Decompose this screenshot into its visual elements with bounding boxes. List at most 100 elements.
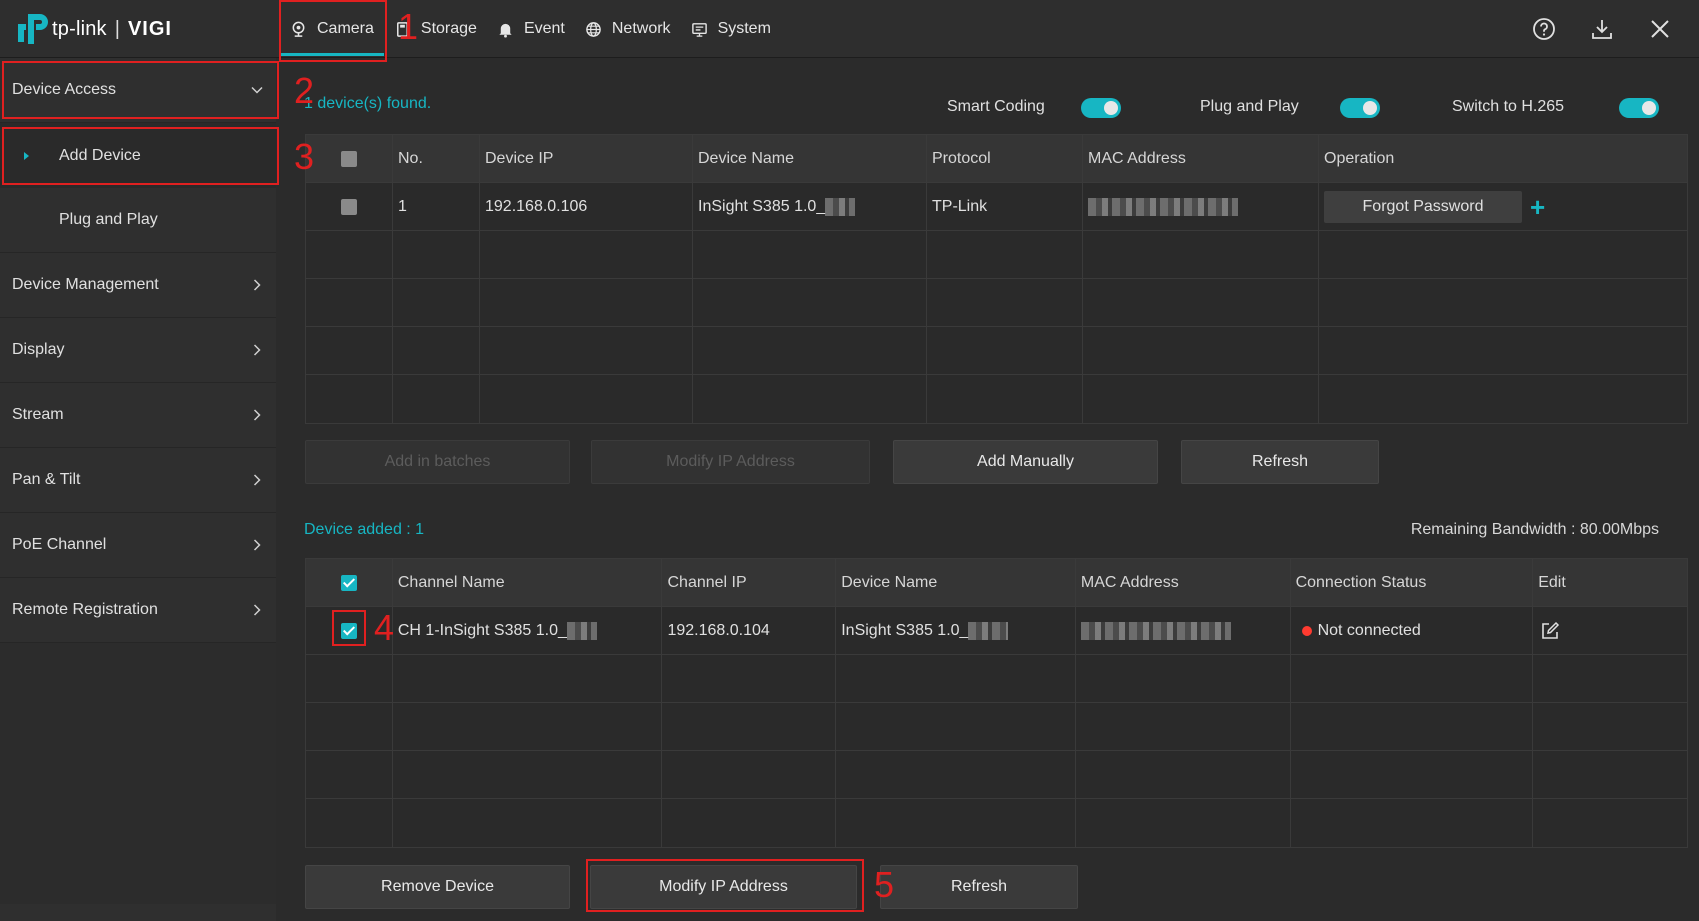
header-connection-status: Connection Status: [1291, 559, 1534, 606]
modify-ip-address-button-top[interactable]: Modify IP Address: [591, 440, 870, 484]
connection-status-text: Not connected: [1317, 621, 1421, 639]
sidebar-item-stream[interactable]: Stream: [0, 383, 276, 448]
close-button[interactable]: [1631, 0, 1689, 58]
chevron-right-icon: [253, 604, 261, 616]
header-device-ip: Device IP: [480, 135, 693, 182]
sidebar-item-device-management[interactable]: Device Management: [0, 253, 276, 318]
tab-event[interactable]: Event: [487, 0, 575, 58]
remove-device-button[interactable]: Remove Device: [305, 865, 570, 909]
camera-icon: [292, 21, 305, 37]
forgot-password-button[interactable]: Forgot Password: [1324, 190, 1522, 223]
cell-channel-ip: 192.168.0.104: [662, 607, 837, 654]
monitor-icon: [691, 22, 707, 37]
header-no: No.: [393, 135, 480, 182]
select-all-checkbox[interactable]: [340, 574, 357, 591]
header-protocol: Protocol: [927, 135, 1083, 182]
remaining-bandwidth-text: Remaining Bandwidth : 80.00Mbps: [1410, 521, 1659, 538]
status-dot-icon: [1301, 625, 1312, 636]
tab-camera[interactable]: Camera: [280, 0, 384, 58]
download-button[interactable]: [1573, 0, 1631, 58]
table-row: [306, 375, 1687, 423]
select-all-cell: [306, 135, 393, 182]
header-operation: Operation: [1324, 149, 1395, 167]
table-row: [306, 327, 1687, 375]
tab-camera-label: Camera: [317, 20, 374, 37]
edit-icon[interactable]: [1540, 621, 1560, 641]
table-row[interactable]: 1 192.168.0.106 InSight S385 1.0_ TP-Lin…: [306, 183, 1687, 231]
top-icon-group: [1515, 0, 1689, 58]
redacted-block: [1088, 197, 1238, 216]
header-edit: Edit: [1538, 573, 1566, 591]
help-icon: [1533, 18, 1555, 40]
row-checkbox[interactable]: [340, 622, 357, 639]
header-channel-ip: Channel IP: [662, 559, 837, 606]
refresh-button-top[interactable]: Refresh: [1181, 440, 1379, 484]
tab-system[interactable]: System: [681, 0, 781, 58]
add-plus-icon[interactable]: +: [1530, 194, 1545, 220]
table-row: [306, 799, 1687, 847]
tab-event-label: Event: [523, 20, 565, 37]
tab-system-label: System: [717, 20, 771, 37]
cell-protocol: TP-Link: [927, 183, 1083, 230]
sidebar-item-plug-and-play[interactable]: Plug and Play: [0, 188, 276, 253]
sidebar-item-label: PoE Channel: [12, 536, 107, 553]
sidebar-item-label: Add Device: [59, 146, 141, 164]
main-tabs: Camera Storage Event Network System: [280, 0, 781, 58]
globe-icon: [586, 21, 601, 37]
brand-name: tp-link: [52, 17, 107, 40]
sidebar-item-pan-tilt[interactable]: Pan & Tilt: [0, 448, 276, 513]
tab-network[interactable]: Network: [575, 0, 681, 58]
plug-and-play-toggle[interactable]: [1340, 98, 1380, 118]
table-row: [306, 703, 1687, 751]
annotation-number-3: 3: [294, 136, 315, 177]
chevron-right-icon: [253, 474, 261, 486]
added-devices-table: Channel Name Channel IP Device Name MAC …: [305, 558, 1688, 848]
refresh-button-bottom[interactable]: Refresh: [880, 865, 1078, 909]
h265-toggle[interactable]: [1619, 98, 1659, 118]
cell-channel-name: CH 1-InSight S385 1.0_: [393, 607, 663, 654]
sidebar-item-device-access[interactable]: Device Access: [0, 58, 276, 123]
annotation-number-5: 5: [874, 864, 895, 905]
cell-mac-address: [1076, 607, 1291, 654]
cell-operation: Forgot Password +: [1319, 183, 1687, 230]
cell-device-ip: 192.168.0.106: [480, 183, 693, 230]
table-row: [306, 231, 1687, 279]
redacted-block: [566, 621, 597, 640]
row-checkbox[interactable]: [341, 198, 357, 215]
device-name-text: InSight S385 1.0_: [841, 621, 969, 639]
table-row[interactable]: CH 1-InSight S385 1.0_ 192.168.0.104 InS…: [306, 607, 1687, 655]
sidebar-item-poe-channel[interactable]: PoE Channel: [0, 513, 276, 578]
annotation-number-4: 4: [374, 607, 395, 648]
table-header-row: No. Device IP Device Name Protocol MAC A…: [306, 135, 1687, 183]
brand-product: VIGI: [127, 17, 172, 40]
help-button[interactable]: [1515, 0, 1573, 58]
channel-name-text: CH 1-InSight S385 1.0_: [397, 621, 567, 639]
modify-ip-address-button[interactable]: Modify IP Address: [590, 865, 857, 909]
table-row: [306, 279, 1687, 327]
cell-mac-address: [1083, 183, 1319, 230]
tplink-logo-icon: [18, 14, 48, 44]
brand-separator: |: [114, 17, 120, 40]
select-all-checkbox[interactable]: [341, 150, 357, 167]
h265-label: Switch to H.265: [1452, 98, 1565, 115]
sidebar-item-label: Remote Registration: [12, 601, 158, 618]
cell-connection-status: Not connected: [1291, 607, 1534, 654]
add-manually-button[interactable]: Add Manually: [893, 440, 1158, 484]
main-content: 1 device(s) found. Smart Coding Plug and…: [276, 58, 1699, 921]
table-row: [306, 655, 1687, 703]
sidebar-item-remote-registration[interactable]: Remote Registration: [0, 578, 276, 643]
toggle-bar: Smart Coding Plug and Play Switch to H.2…: [276, 98, 1699, 126]
sidebar-item-display[interactable]: Display: [0, 318, 276, 383]
sidebar-item-label: Display: [12, 341, 65, 358]
sidebar-item-label: Stream: [12, 406, 64, 423]
close-icon: [1651, 20, 1669, 38]
sidebar-item-label: Pan & Tilt: [12, 471, 81, 488]
add-in-batches-button[interactable]: Add in batches: [305, 440, 570, 484]
header-device-name: Device Name: [693, 135, 927, 182]
sidebar-item-label: Device Management: [12, 276, 159, 293]
sidebar-item-add-device[interactable]: Add Device: [0, 123, 276, 188]
header-device-name: Device Name: [836, 559, 1076, 606]
device-added-text: Device added : 1: [304, 521, 425, 538]
smart-coding-toggle[interactable]: [1081, 98, 1121, 118]
header-mac-address: MAC Address: [1083, 135, 1319, 182]
